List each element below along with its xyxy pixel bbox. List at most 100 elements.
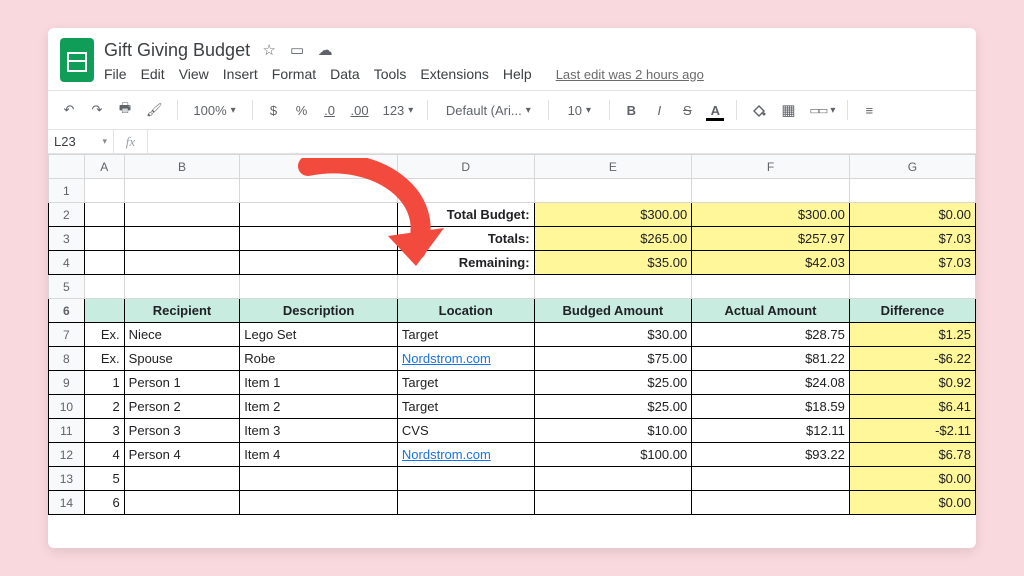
row-header[interactable]: 4 [49, 251, 85, 275]
cell[interactable]: 1 [84, 371, 124, 395]
row-header[interactable]: 1 [49, 179, 85, 203]
cell[interactable]: $0.00 [849, 467, 975, 491]
cell[interactable] [240, 227, 398, 251]
summary-budget[interactable]: $35.00 [534, 251, 692, 275]
cell[interactable] [692, 275, 850, 299]
bold-button[interactable]: B [620, 97, 642, 123]
cell[interactable]: 3 [84, 419, 124, 443]
italic-button[interactable]: I [648, 97, 670, 123]
cell[interactable]: $75.00 [534, 347, 692, 371]
print-button[interactable]: 🖶 [114, 97, 136, 123]
format-currency-button[interactable]: $ [263, 97, 285, 123]
cell[interactable]: Person 1 [124, 371, 240, 395]
cell[interactable]: Niece [124, 323, 240, 347]
row-header[interactable]: 7 [49, 323, 85, 347]
zoom-dropdown[interactable]: 100% [188, 97, 242, 123]
cell[interactable] [849, 275, 975, 299]
cell[interactable] [397, 467, 534, 491]
cell[interactable]: Lego Set [240, 323, 398, 347]
summary-actual[interactable]: $300.00 [692, 203, 850, 227]
cell[interactable] [84, 275, 124, 299]
last-edit-link[interactable]: Last edit was 2 hours ago [556, 67, 704, 82]
menu-help[interactable]: Help [503, 66, 532, 82]
summary-actual[interactable]: $257.97 [692, 227, 850, 251]
cell[interactable] [124, 227, 240, 251]
cell[interactable]: $1.25 [849, 323, 975, 347]
cell[interactable]: $25.00 [534, 395, 692, 419]
cell[interactable] [124, 491, 240, 515]
row-header[interactable]: 6 [49, 299, 85, 323]
cell[interactable]: Target [397, 395, 534, 419]
summary-actual[interactable]: $42.03 [692, 251, 850, 275]
cell[interactable] [397, 275, 534, 299]
text-color-button[interactable]: A [704, 97, 726, 123]
menu-edit[interactable]: Edit [141, 66, 165, 82]
cell[interactable] [124, 275, 240, 299]
name-box[interactable]: L23 [48, 130, 114, 153]
summary-label[interactable]: Remaining: [397, 251, 534, 275]
cell[interactable] [124, 467, 240, 491]
hdr-diff[interactable]: Difference [849, 299, 975, 323]
cell[interactable]: $93.22 [692, 443, 850, 467]
row-header[interactable]: 3 [49, 227, 85, 251]
borders-button[interactable]: ▦ [777, 97, 799, 123]
cell[interactable]: Item 4 [240, 443, 398, 467]
cell[interactable]: $18.59 [692, 395, 850, 419]
cell[interactable]: $0.92 [849, 371, 975, 395]
cell[interactable]: $100.00 [534, 443, 692, 467]
col-F[interactable]: F [692, 155, 850, 179]
cell[interactable] [124, 251, 240, 275]
cell[interactable]: $10.00 [534, 419, 692, 443]
cell[interactable]: Target [397, 371, 534, 395]
row-header[interactable]: 10 [49, 395, 85, 419]
cell[interactable] [84, 227, 124, 251]
hdr-recipient[interactable]: Recipient [124, 299, 240, 323]
menu-view[interactable]: View [179, 66, 209, 82]
summary-budget[interactable]: $300.00 [534, 203, 692, 227]
column-header-row[interactable]: A B C D E F G [49, 155, 976, 179]
strikethrough-button[interactable]: S [676, 97, 698, 123]
font-dropdown[interactable]: Default (Ari... [438, 97, 538, 123]
increase-decimal-button[interactable]: .00 [347, 97, 373, 123]
cell[interactable] [240, 251, 398, 275]
menu-file[interactable]: File [104, 66, 127, 82]
row-header[interactable]: 8 [49, 347, 85, 371]
cell[interactable]: $28.75 [692, 323, 850, 347]
move-icon[interactable]: ▭ [288, 41, 306, 59]
row-header[interactable]: 13 [49, 467, 85, 491]
formula-input[interactable] [148, 130, 976, 153]
cell[interactable]: 2 [84, 395, 124, 419]
summary-label[interactable]: Total Budget: [397, 203, 534, 227]
merge-cells-button[interactable]: ▭▭ [806, 97, 838, 123]
paint-format-button[interactable]: 🖌 [142, 97, 167, 123]
cell[interactable]: $30.00 [534, 323, 692, 347]
cell[interactable] [124, 203, 240, 227]
font-size-dropdown[interactable]: 10 [559, 97, 599, 123]
cell[interactable] [692, 467, 850, 491]
cell[interactable]: Item 1 [240, 371, 398, 395]
hdr-actual[interactable]: Actual Amount [692, 299, 850, 323]
cell[interactable]: Nordstrom.com [397, 347, 534, 371]
hdr-budget[interactable]: Budged Amount [534, 299, 692, 323]
hdr-location[interactable]: Location [397, 299, 534, 323]
row-header[interactable]: 11 [49, 419, 85, 443]
cell[interactable]: $12.11 [692, 419, 850, 443]
decrease-decimal-button[interactable]: .0 [319, 97, 341, 123]
star-icon[interactable]: ☆ [260, 41, 278, 59]
spreadsheet-grid[interactable]: A B C D E F G 12 Total Budget: $300.00 $… [48, 154, 976, 515]
cell[interactable] [397, 491, 534, 515]
cell[interactable]: $81.22 [692, 347, 850, 371]
cell[interactable]: $6.78 [849, 443, 975, 467]
cell[interactable]: -$2.11 [849, 419, 975, 443]
summary-diff[interactable]: $7.03 [849, 227, 975, 251]
cell[interactable] [534, 275, 692, 299]
cell[interactable]: 6 [84, 491, 124, 515]
row-header[interactable]: 2 [49, 203, 85, 227]
number-format-dropdown[interactable]: 123 [379, 97, 418, 123]
cell[interactable]: -$6.22 [849, 347, 975, 371]
cell[interactable] [849, 179, 975, 203]
col-D[interactable]: D [397, 155, 534, 179]
cell[interactable]: Ex. [84, 347, 124, 371]
summary-diff[interactable]: $7.03 [849, 251, 975, 275]
row-header[interactable]: 5 [49, 275, 85, 299]
